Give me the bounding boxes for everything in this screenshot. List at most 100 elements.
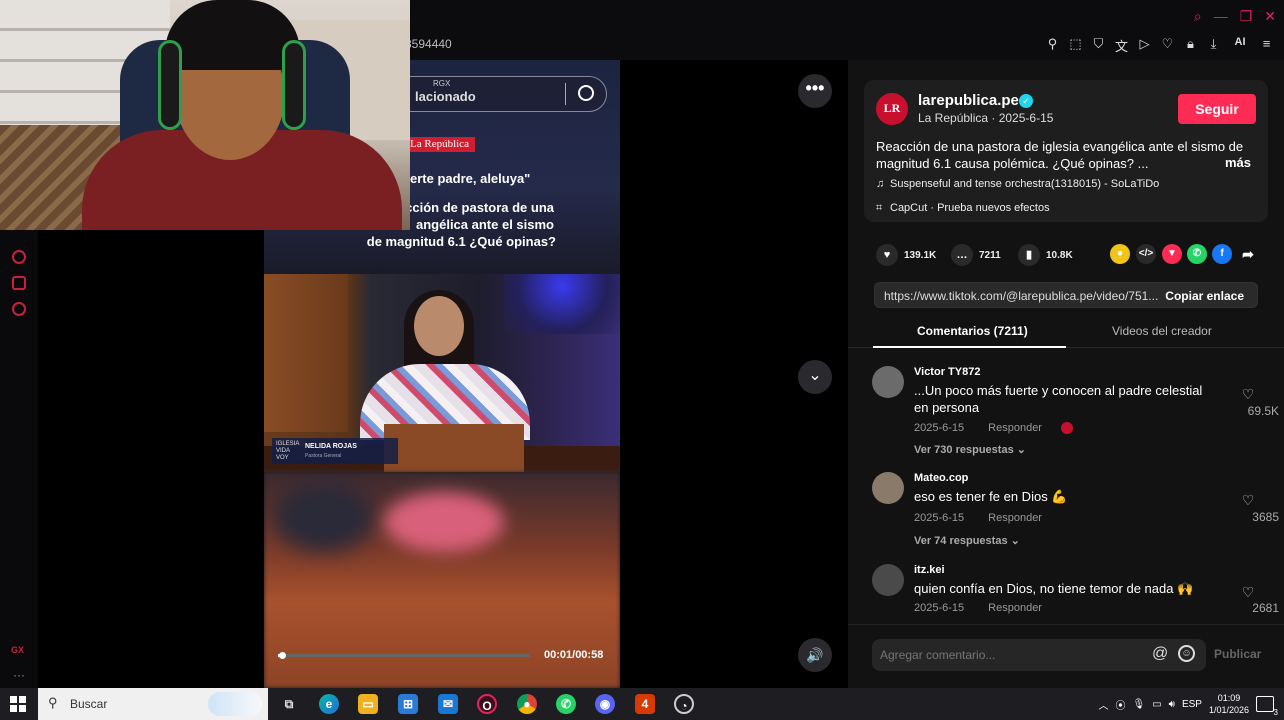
like-count: 139.1K <box>904 249 937 261</box>
comment-icon: … <box>951 244 973 266</box>
notification-icon[interactable]: 3 <box>1256 696 1278 717</box>
comment-item: itz.kei quien confía en Dios, no tiene t… <box>872 564 1279 624</box>
comment-action[interactable]: … 7211 <box>951 244 1001 266</box>
webcam-tray-icon[interactable]: ⦿ <box>1115 697 1125 712</box>
embed-icon[interactable]: </> <box>1136 244 1156 264</box>
menu-icon[interactable]: ≡ <box>1259 36 1274 55</box>
play-icon[interactable]: ▷ <box>1137 36 1152 55</box>
comment-date: 2025-6-15 <box>914 512 965 524</box>
comment-heart-icon[interactable]: ♡ <box>1240 584 1256 600</box>
comment-tabs: Comentarios (7211) Videos del creador <box>848 318 1284 348</box>
comment-username[interactable]: itz.kei <box>914 564 945 576</box>
effect-row[interactable]: ⌗ CapCut · Prueba nuevos efectos <box>876 202 1050 215</box>
copy-link-button[interactable]: Copiar enlace <box>1165 289 1244 303</box>
emoji-icon[interactable]: ☺ <box>1178 645 1195 662</box>
comment-meta: 2025-6-15 Responder <box>914 422 1074 435</box>
music-row[interactable]: ♫ Suspenseful and tense orchestra(1318015… <box>876 178 1159 190</box>
follow-button[interactable]: Seguir <box>1178 94 1256 124</box>
volume-button[interactable]: 🔊 <box>798 638 832 672</box>
opera-gx-icon[interactable]: O <box>477 694 497 714</box>
edge-icon[interactable]: e <box>319 694 339 714</box>
app-4-icon[interactable]: 4 <box>635 694 655 714</box>
comment-like-count: 2681 <box>1252 601 1279 615</box>
windows-start-icon[interactable] <box>10 696 26 712</box>
coin-share-icon[interactable]: ● <box>1110 244 1130 264</box>
author-subtitle: La República · 2025-6-15 <box>918 111 1054 125</box>
clock[interactable]: 01:09 1/01/2026 <box>1209 692 1249 716</box>
task-view-icon[interactable]: ⧉ <box>279 694 299 714</box>
video-time: 00:01/00:58 <box>544 649 604 661</box>
tray-chevron-icon[interactable]: ︿ <box>1098 697 1108 712</box>
description-more-link[interactable]: más <box>1225 155 1251 170</box>
comment-heart-icon[interactable]: ♡ <box>1240 386 1256 402</box>
address-fragment[interactable]: 3594440 <box>405 37 452 51</box>
ai-icon[interactable]: AI <box>1229 36 1251 55</box>
like-action[interactable]: ♥ 139.1K <box>876 244 936 266</box>
next-video-button[interactable]: ⌄ <box>798 360 832 394</box>
facebook-icon[interactable]: f <box>1212 244 1232 264</box>
network-icon[interactable]: ▭ <box>1152 699 1161 710</box>
post-info-card: LR larepublica.pe ✓ La República · 2025-… <box>864 80 1268 222</box>
history-icon[interactable] <box>12 250 26 264</box>
avatar[interactable] <box>872 366 904 398</box>
comment-heart-icon[interactable]: ♡ <box>1240 492 1256 508</box>
language-indicator[interactable]: ESP <box>1182 699 1202 710</box>
chrome-icon[interactable]: ● <box>517 694 537 714</box>
share-link-box: https://www.tiktok.com/@larepublica.pe/v… <box>874 282 1258 308</box>
share-link-url[interactable]: https://www.tiktok.com/@larepublica.pe/v… <box>884 289 1158 303</box>
view-replies-button[interactable]: Ver 74 respuestas ⌄ <box>914 534 1020 547</box>
restore-icon[interactable]: ❐ <box>1240 8 1253 25</box>
settings-icon[interactable] <box>12 302 26 316</box>
avatar[interactable] <box>872 472 904 504</box>
more-options-button[interactable]: ••• <box>798 74 832 108</box>
extensions-icon[interactable] <box>12 276 26 290</box>
store-icon[interactable]: ⊞ <box>398 694 418 714</box>
mention-icon[interactable]: @ <box>1152 645 1168 663</box>
lock-icon[interactable]: 🔒︎ <box>1183 36 1198 55</box>
reply-button[interactable]: Responder <box>988 602 1042 614</box>
author-avatar[interactable]: LR <box>876 93 908 125</box>
active-tab-indicator <box>873 346 1066 348</box>
comment-item: Mateo.cop eso es tener fe en Dios 💪 2025… <box>872 472 1279 556</box>
translate-icon[interactable]: 文 <box>1114 36 1129 55</box>
reply-button[interactable]: Responder <box>988 422 1042 434</box>
repost-icon[interactable]: ▼ <box>1162 244 1182 264</box>
avatar[interactable] <box>872 564 904 596</box>
gx-logo[interactable]: GX <box>11 645 24 655</box>
microphone-icon[interactable]: 🎙︎ <box>1132 699 1145 710</box>
snapshot-icon[interactable]: ⬚ <box>1068 36 1083 55</box>
author-name[interactable]: larepublica.pe <box>918 92 1019 109</box>
taskbar-search[interactable]: ⚲ Buscar <box>38 688 268 720</box>
whatsapp-icon[interactable]: ✆ <box>1187 244 1207 264</box>
comment-username[interactable]: Mateo.cop <box>914 472 968 484</box>
heart-icon[interactable]: ♡ <box>1160 36 1175 55</box>
comment-username[interactable]: Victor TY872 <box>914 366 980 378</box>
system-tray: ︿ ⦿ 🎙︎ ▭ 🔊︎ ESP 01:09 1/01/2026 3 <box>1098 688 1278 720</box>
reply-button[interactable]: Responder <box>988 512 1042 524</box>
view-replies-button[interactable]: Ver 730 respuestas ⌄ <box>914 443 1026 456</box>
minimize-icon[interactable]: — <box>1214 8 1228 25</box>
file-explorer-icon[interactable]: ▭ <box>358 694 378 714</box>
publish-button[interactable]: Publicar <box>1214 647 1261 661</box>
clock-time: 01:09 <box>1217 693 1241 703</box>
mail-icon[interactable]: ✉ <box>438 694 458 714</box>
search-divider <box>565 83 566 105</box>
download-icon[interactable]: ⤓ <box>1206 36 1221 55</box>
capture-icon[interactable]: ◔ <box>674 694 694 714</box>
tab-comments[interactable]: Comentarios (7211) <box>917 324 1028 338</box>
sidebar-more-icon[interactable]: ··· <box>13 668 25 682</box>
tab-creator-videos[interactable]: Videos del creador <box>1112 324 1212 338</box>
video-progress-bar[interactable] <box>278 652 530 659</box>
heart-icon: ♥ <box>876 244 898 266</box>
pin-icon[interactable]: ⚲ <box>1045 36 1060 55</box>
whatsapp-icon[interactable]: ✆ <box>556 694 576 714</box>
blur-shape <box>274 482 374 552</box>
share-arrow-icon[interactable]: ➦ <box>1238 244 1258 264</box>
shield-icon[interactable]: ⛉ <box>1091 36 1106 55</box>
save-action[interactable]: ▮ 10.8K <box>1018 244 1073 266</box>
discord-icon[interactable]: ◉ <box>595 694 615 714</box>
search-icon[interactable]: ⌕ <box>1194 8 1202 25</box>
close-icon[interactable]: ✕ <box>1264 8 1276 25</box>
speaker-icon[interactable]: 🔊︎ <box>1169 699 1175 710</box>
comment-text: eso es tener fe en Dios 💪 <box>914 489 1068 504</box>
